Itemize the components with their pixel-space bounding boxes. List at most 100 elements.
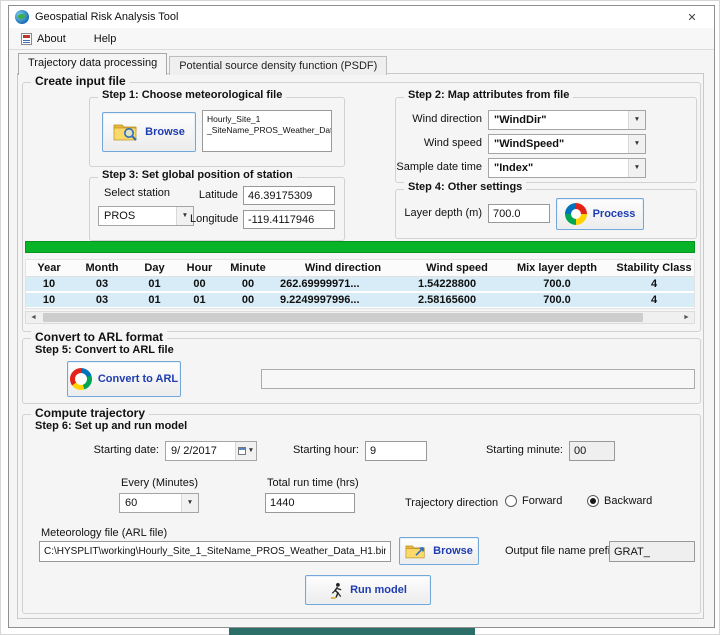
tab-strip: Trajectory data processing Potential sou…: [18, 53, 387, 75]
output-prefix-label: Output file name prefix: [505, 545, 616, 557]
sample-date-time-select[interactable]: "Index" ▼: [488, 158, 646, 178]
grid-hscrollbar[interactable]: ◄ ►: [25, 311, 695, 324]
grid-cell: 10: [26, 292, 72, 308]
grid-header-row: Year Month Day Hour Minute Wind directio…: [26, 260, 695, 277]
process-progress-bar: [25, 241, 695, 253]
window-title: Geospatial Risk Analysis Tool: [35, 11, 178, 23]
convert-to-arl-title: Convert to ARL format: [31, 330, 167, 344]
browse-arl-label: Browse: [433, 545, 473, 557]
longitude-field[interactable]: [243, 210, 335, 229]
convert-to-arl-button[interactable]: Convert to ARL: [67, 361, 181, 397]
met-file-name-line2: _SiteName_PROS_Weather_Data.csv: [207, 125, 327, 136]
app-window: Geospatial Risk Analysis Tool ✕ About He…: [8, 5, 715, 628]
create-input-file-group: Create input file Step 1: Choose meteoro…: [22, 82, 701, 332]
menu-help[interactable]: Help: [90, 31, 121, 47]
every-minutes-label: Every (Minutes): [121, 477, 198, 489]
scroll-right-icon[interactable]: ►: [679, 312, 694, 323]
forward-radio[interactable]: Forward: [505, 495, 562, 507]
menu-help-label: Help: [94, 33, 117, 45]
radio-circle-icon: [587, 495, 599, 507]
wind-direction-select[interactable]: "WindDir" ▼: [488, 110, 646, 130]
grid-cell: 03: [72, 292, 132, 308]
scroll-left-icon[interactable]: ◄: [26, 312, 41, 323]
process-pinwheel-icon: [565, 203, 587, 225]
grid-header-stability-class[interactable]: Stability Class: [612, 260, 695, 277]
chevron-down-icon: ▼: [248, 448, 254, 455]
scrollbar-thumb[interactable]: [43, 313, 643, 322]
tab-psdf[interactable]: Potential source density function (PSDF): [169, 56, 387, 75]
grid-cell: 700.0: [502, 277, 612, 293]
create-input-file-title: Create input file: [31, 74, 130, 88]
step4-group: Step 4: Other settings Layer depth (m) P…: [395, 189, 697, 239]
output-prefix-field[interactable]: [609, 541, 695, 562]
met-file-name-box: Hourly_Site_1 _SiteName_PROS_Weather_Dat…: [202, 110, 332, 152]
step3-group: Step 3: Set global position of station S…: [89, 177, 345, 241]
browse-met-file-button[interactable]: Browse: [102, 112, 196, 152]
step6-title: Step 6: Set up and run model: [35, 420, 187, 432]
grid-header-minute[interactable]: Minute: [222, 260, 274, 277]
grid-row-1[interactable]: 10 03 01 00 00 262.69999971... 1.5422880…: [26, 277, 695, 293]
process-button[interactable]: Process: [556, 198, 644, 230]
chevron-down-icon: ▼: [181, 494, 198, 512]
browse-arl-button[interactable]: Browse: [399, 537, 479, 565]
backward-radio[interactable]: Backward: [587, 495, 652, 507]
browse-met-file-label: Browse: [145, 126, 185, 138]
calendar-icon[interactable]: ▼: [235, 442, 256, 460]
scrollbar-track[interactable]: [41, 312, 679, 323]
grid-cell: 01: [132, 292, 177, 308]
wind-speed-select[interactable]: "WindSpeed" ▼: [488, 134, 646, 154]
grid-row-2[interactable]: 10 03 01 01 00 9.2249997996... 2.5816560…: [26, 292, 695, 308]
grid-cell: 00: [222, 277, 274, 293]
about-icon: [21, 33, 32, 45]
starting-hour-label: Starting hour:: [285, 444, 359, 456]
starting-date-value: 9/ 2/2017: [166, 445, 235, 457]
chevron-down-icon: ▼: [628, 111, 645, 129]
every-minutes-value: 60: [120, 497, 181, 509]
menubar: About Help: [9, 28, 714, 50]
screenshot-frame: Geospatial Risk Analysis Tool ✕ About He…: [0, 0, 720, 635]
runner-icon: [329, 582, 344, 599]
layer-depth-field[interactable]: [488, 204, 550, 223]
total-run-time-field[interactable]: [265, 493, 355, 513]
station-value: PROS: [99, 210, 176, 222]
compute-trajectory-title: Compute trajectory: [31, 406, 149, 420]
grid-cell: 01: [132, 277, 177, 293]
wind-direction-value: "WindDir": [489, 114, 628, 126]
grid-header-hour[interactable]: Hour: [177, 260, 222, 277]
close-icon[interactable]: ✕: [676, 7, 708, 27]
weather-data-grid: Year Month Day Hour Minute Wind directio…: [25, 259, 695, 309]
run-model-button[interactable]: Run model: [305, 575, 431, 605]
starting-minute-label: Starting minute:: [479, 444, 563, 456]
step3-title: Step 3: Set global position of station: [98, 169, 297, 181]
menu-about[interactable]: About: [17, 31, 70, 47]
background-strip: [229, 628, 475, 635]
met-file-arl-field[interactable]: [39, 541, 391, 562]
folder-search-icon: [113, 122, 139, 142]
radio-circle-icon: [505, 495, 517, 507]
sample-date-time-label: Sample date time: [396, 161, 482, 173]
grid-header-mix-layer-depth[interactable]: Mix layer depth: [502, 260, 612, 277]
compute-trajectory-group: Compute trajectory Step 6: Set up and ru…: [22, 414, 701, 614]
grid-header-wind-direction[interactable]: Wind direction: [274, 260, 412, 277]
longitude-label: Longitude: [190, 213, 238, 225]
convert-to-arl-label: Convert to ARL: [98, 373, 178, 385]
grid-header-day[interactable]: Day: [132, 260, 177, 277]
grid-header-month[interactable]: Month: [72, 260, 132, 277]
met-file-name-line1: Hourly_Site_1: [207, 114, 327, 125]
starting-date-picker[interactable]: 9/ 2/2017 ▼: [165, 441, 257, 461]
grid-header-year[interactable]: Year: [26, 260, 72, 277]
convert-to-arl-group: Convert to ARL format Step 5: Convert to…: [22, 338, 701, 404]
grid-cell: 9.2249997996...: [274, 292, 412, 308]
tab-trajectory-data-processing[interactable]: Trajectory data processing: [18, 53, 167, 75]
select-station-select[interactable]: PROS ▼: [98, 206, 194, 226]
starting-date-label: Starting date:: [73, 444, 159, 456]
step5-title: Step 5: Convert to ARL file: [35, 344, 174, 356]
latitude-field[interactable]: [243, 186, 335, 205]
folder-arrow-icon: [405, 543, 427, 560]
starting-hour-field[interactable]: [365, 441, 427, 461]
met-file-arl-label: Meteorology file (ARL file): [41, 527, 167, 539]
grid-header-wind-speed[interactable]: Wind speed: [412, 260, 502, 277]
grid-cell: 00: [222, 292, 274, 308]
every-minutes-select[interactable]: 60 ▼: [119, 493, 199, 513]
starting-minute-field[interactable]: [569, 441, 615, 461]
